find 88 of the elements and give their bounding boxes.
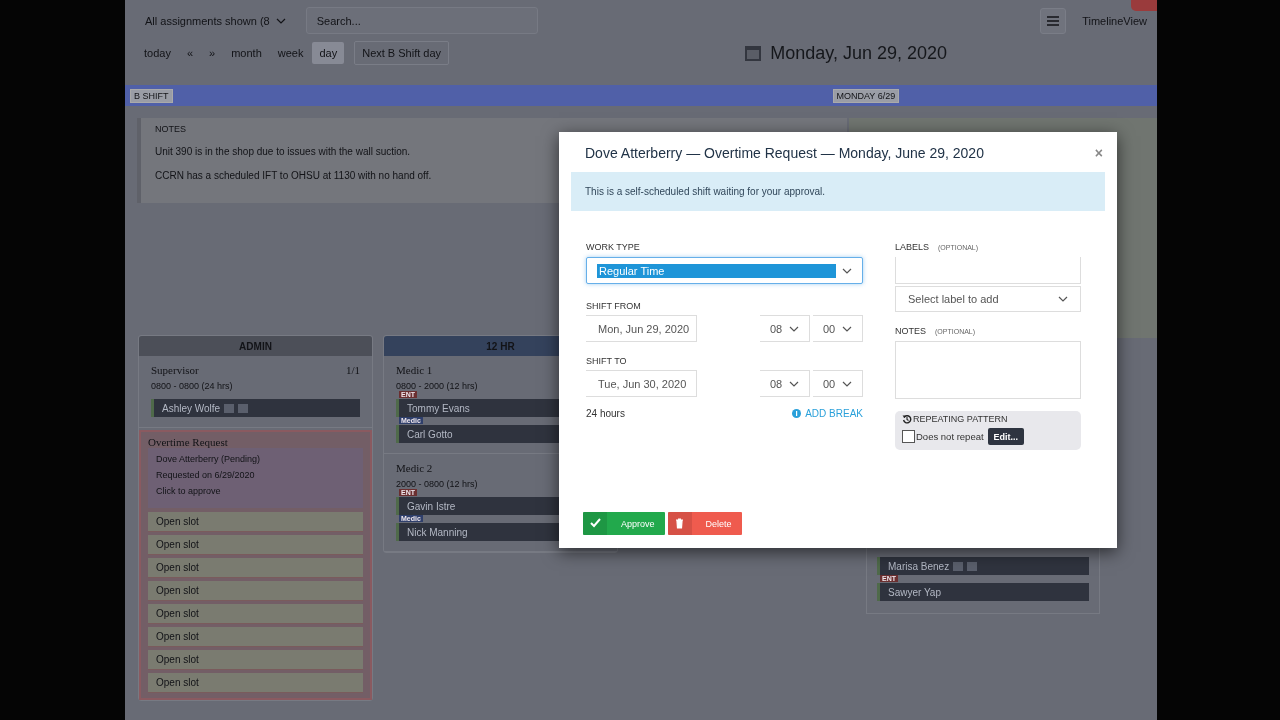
open-slot[interactable]: Open slot <box>148 650 363 669</box>
hour-select[interactable]: 08 <box>760 315 810 342</box>
tag-icon <box>967 561 978 571</box>
staff-name: Nick Manning <box>407 526 468 538</box>
tag-icon <box>238 403 249 413</box>
day-label: MONDAY 6/29 <box>832 88 900 103</box>
chevron-icon <box>842 325 853 332</box>
notes-field[interactable] <box>895 341 1081 399</box>
shift-hours: 2000 - 0800 (12 hrs) <box>396 479 478 489</box>
position-title: Medic 2 <box>396 462 433 474</box>
shift-hours: 0800 - 2000 (12 hrs) <box>396 381 478 391</box>
checkbox[interactable] <box>902 430 915 443</box>
work-type-select[interactable]: Regular Time <box>586 257 863 284</box>
chevron-icon <box>842 380 853 387</box>
staff-bar[interactable]: Marisa Benez <box>877 557 1089 575</box>
approve-button[interactable]: Approve <box>583 512 665 535</box>
notification-badge <box>1131 0 1157 11</box>
delete-button[interactable]: Delete <box>667 512 742 535</box>
staff-name: Tommy Evans <box>407 402 470 414</box>
nav-button[interactable]: « <box>179 42 201 64</box>
repeat-title: REPEATING PATTERN <box>913 414 1008 424</box>
position-title: Supervisor <box>151 364 199 376</box>
request-text: Dove Atterberry (Pending) <box>156 454 261 464</box>
open-slot[interactable]: Open slot <box>148 535 363 554</box>
close-button[interactable]: × <box>1094 145 1103 161</box>
info-alert: This is a self-scheduled shift waiting for your approval. <box>571 172 1105 211</box>
notes-heading: NOTES <box>155 124 186 134</box>
request-text: Requested on 6/29/2020 <box>156 470 255 480</box>
tag-icon <box>953 561 964 571</box>
date-heading: Monday, Jun 29, 2020 <box>770 42 947 64</box>
open-slot[interactable]: Open slot <box>148 604 363 623</box>
open-slot[interactable]: Open slot <box>148 512 363 531</box>
date-field[interactable]: Mon, Jun 29, 2020 <box>586 315 697 342</box>
open-slot[interactable]: Open slot <box>148 581 363 600</box>
filter-dropdown[interactable]: All assignments shown (8 <box>141 9 290 32</box>
request-card[interactable]: Dove Atterberry (Pending) Requested on 6/29/2020 Click to approve <box>148 448 363 508</box>
chevron-icon <box>842 267 852 274</box>
staff-name: Marisa Benez <box>888 560 950 572</box>
chevron-icon <box>789 325 800 332</box>
request-text: Click to approve <box>156 486 221 496</box>
label-select[interactable]: Select label to add <box>895 286 1081 312</box>
chevron-icon <box>275 17 286 24</box>
nav-button[interactable]: week <box>270 42 311 64</box>
edit-button[interactable]: Edit... <box>987 428 1025 445</box>
open-slot[interactable]: Open slot <box>148 558 363 577</box>
info-icon <box>792 409 802 418</box>
column-header: ADMIN <box>139 336 372 356</box>
note-text: CCRN has a scheduled IFT to OHSU at 1130 with no hand off. <box>155 170 432 181</box>
add-break-link[interactable]: ADD BREAK <box>792 408 863 419</box>
staff-name: Ashley Wolfe <box>162 402 221 414</box>
field-label: WORK TYPE <box>586 242 641 252</box>
staff-name: Carl Gotto <box>407 428 453 440</box>
field-label: SHIFT TO <box>586 356 628 366</box>
minute-select[interactable]: 00 <box>813 315 863 342</box>
checkbox-label: Does not repeat <box>916 431 984 442</box>
trash-icon <box>674 518 686 529</box>
field-label: SHIFT FROM <box>586 301 642 311</box>
check-icon <box>589 518 601 529</box>
history-icon <box>902 414 912 424</box>
next-shift-button[interactable]: Next B Shift day <box>354 41 450 65</box>
note-text: Unit 390 is in the shop due to issues with the wall suction. <box>155 146 411 157</box>
nav-button[interactable]: » <box>202 42 223 64</box>
field-label: LABELS <box>895 242 930 252</box>
hour-select[interactable]: 08 <box>760 370 810 397</box>
date-field[interactable]: Tue, Jun 30, 2020 <box>586 370 697 397</box>
view-button[interactable]: TimelineView <box>1082 14 1147 27</box>
calendar-icon <box>744 44 763 62</box>
staff-name: Gavin Istre <box>407 500 456 512</box>
staff-name: Sawyer Yap <box>888 586 941 598</box>
list-icon[interactable] <box>1040 7 1067 34</box>
minute-select[interactable]: 00 <box>813 370 863 397</box>
chevron-icon <box>789 380 800 387</box>
chevron-icon <box>1058 296 1068 302</box>
open-slot[interactable]: Open slot <box>148 673 363 692</box>
nav-button[interactable]: day <box>312 42 345 64</box>
field-label: NOTES <box>895 326 926 336</box>
shift-label: B SHIFT <box>130 88 173 103</box>
staff-bar[interactable]: Ashley Wolfe <box>151 399 360 417</box>
dialog-title: Dove Atterberry — Overtime Request — Monday, June 29, 2020 <box>585 145 984 163</box>
tag-icon <box>224 403 235 413</box>
open-slot[interactable]: Open slot <box>148 627 363 646</box>
search-field[interactable]: Search... <box>305 7 538 34</box>
nav-button[interactable]: month <box>224 42 269 64</box>
shift-hours: 0800 - 0800 (24 hrs) <box>151 381 233 391</box>
request-title: Overtime Request <box>148 436 228 448</box>
slot-count: 1/1 <box>345 364 360 376</box>
position-title: Medic 1 <box>396 364 433 376</box>
nav-button[interactable]: today <box>137 42 178 64</box>
